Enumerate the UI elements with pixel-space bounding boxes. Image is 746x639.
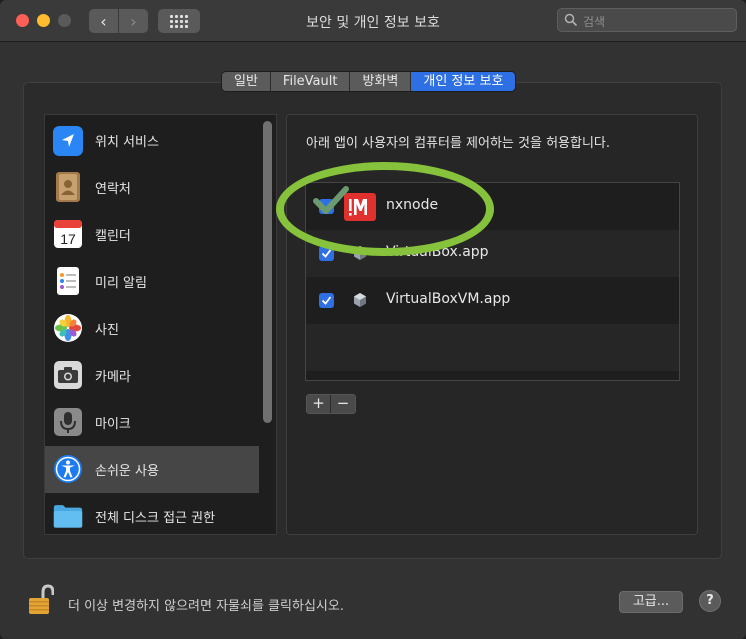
sidebar-item-label: 연락처 [95, 182, 131, 197]
search-field[interactable]: 검색 [557, 8, 737, 32]
add-remove-buttons: + − [306, 394, 356, 414]
calendar-icon: 17 [54, 220, 82, 248]
titlebar: ‹ › 보안 및 개인 정보 보호 검색 [0, 0, 746, 42]
highlight-checkmark-icon [313, 186, 349, 214]
sidebar-item-label: 전체 디스크 접근 권한 [95, 511, 216, 526]
photos-icon [54, 314, 82, 342]
remove-app-button[interactable]: − [331, 395, 355, 413]
app-row-empty [306, 324, 679, 371]
sidebar-item-accessibility[interactable]: 손쉬운 사용 [45, 446, 259, 493]
virtualbox-cube-icon [354, 293, 366, 307]
app-name: VirtualBoxVM.app [386, 291, 511, 307]
accessibility-description: 아래 앱이 사용자의 컴퓨터를 제어하는 것을 허용합니다. [306, 136, 611, 151]
sidebar-item-location-services[interactable]: 위치 서비스 [45, 117, 259, 164]
location-arrow-icon [53, 126, 83, 156]
sidebar-item-photos[interactable]: 사진 [45, 305, 259, 352]
svg-text:17: 17 [60, 231, 76, 247]
advanced-button[interactable]: 고급... [619, 591, 683, 613]
accessibility-icon [54, 455, 82, 483]
sidebar-scrollbar[interactable] [263, 121, 272, 423]
sidebar-item-label: 손쉬운 사용 [95, 464, 159, 479]
microphone-icon [54, 408, 82, 436]
sidebar-item-microphone[interactable]: 마이크 [45, 399, 259, 446]
contacts-book-icon [56, 172, 80, 202]
lock-message: 더 이상 변경하지 않으려면 자물쇠를 클릭하십시오. [68, 599, 344, 614]
sidebar-item-label: 캘린더 [95, 229, 131, 244]
highlight-ellipse [276, 162, 494, 256]
reminders-icon [57, 267, 79, 295]
sidebar-item-calendar[interactable]: 17 캘린더 [45, 211, 259, 258]
sidebar-item-label: 카메라 [95, 370, 131, 385]
app-checkbox[interactable] [319, 293, 334, 308]
tab-privacy[interactable]: 개인 정보 보호 [411, 72, 516, 91]
sidebar-item-label: 위치 서비스 [95, 135, 159, 150]
privacy-category-list[interactable]: 위치 서비스 연락처 17 캘린더 미리 알림 사진 카메라 마이크 손쉬운 사… [44, 114, 277, 535]
sidebar-item-contacts[interactable]: 연락처 [45, 164, 259, 211]
sidebar-item-full-disk-access[interactable]: 전체 디스크 접근 권한 [45, 493, 259, 534]
sidebar-item-label: 마이크 [95, 417, 131, 432]
tab-filevault[interactable]: FileVault [270, 72, 351, 91]
checkmark-icon [321, 296, 332, 305]
tab-bar: 일반 FileVault 방화벽 개인 정보 보호 [221, 71, 517, 92]
preferences-window: ‹ › 보안 및 개인 정보 보호 검색 일반 FileVault 방화벽 개인… [0, 0, 746, 639]
sidebar-item-camera[interactable]: 카메라 [45, 352, 259, 399]
sidebar-item-label: 사진 [95, 323, 119, 338]
tab-firewall[interactable]: 방화벽 [350, 72, 412, 91]
unlocked-padlock-icon[interactable] [28, 584, 54, 616]
app-row-virtualboxvm[interactable]: VirtualBoxVM.app [306, 277, 679, 324]
help-button[interactable]: ? [699, 590, 721, 612]
camera-icon [54, 361, 82, 389]
sidebar-item-reminders[interactable]: 미리 알림 [45, 258, 259, 305]
search-icon [564, 13, 578, 27]
sidebar-item-label: 미리 알림 [95, 276, 147, 291]
folder-icon [53, 505, 83, 528]
search-placeholder: 검색 [583, 15, 606, 29]
tab-general[interactable]: 일반 [222, 72, 271, 91]
add-app-button[interactable]: + [307, 395, 332, 413]
